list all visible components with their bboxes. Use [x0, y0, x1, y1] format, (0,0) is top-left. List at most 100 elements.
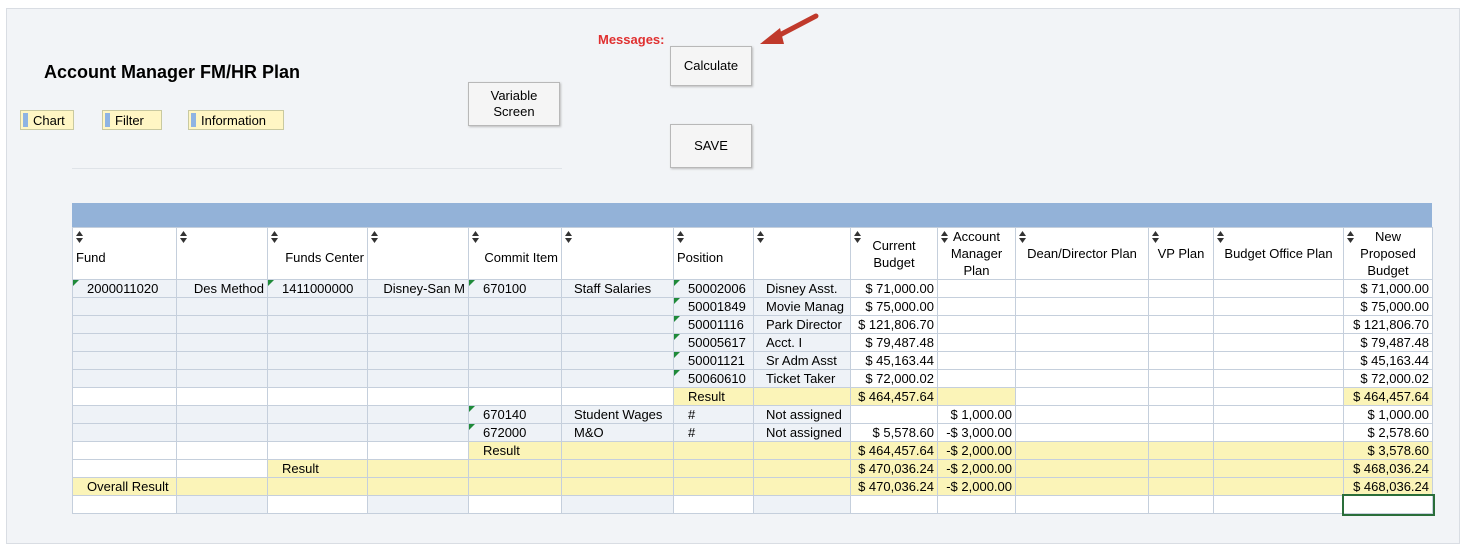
- cell-bo[interactable]: [1213, 351, 1344, 370]
- cell-dd[interactable]: [1015, 405, 1149, 424]
- cell-commit: [468, 495, 562, 514]
- cell-current: $ 470,036.24: [850, 477, 938, 496]
- column-header[interactable]: New Proposed Budget: [1343, 227, 1433, 280]
- cell-pos-desc: [753, 387, 851, 406]
- cell-am[interactable]: [937, 369, 1016, 388]
- cell-commit: [468, 297, 562, 316]
- sort-arrows-icon[interactable]: [854, 231, 861, 243]
- cell-vp: [1148, 495, 1214, 514]
- column-header[interactable]: Account Manager Plan: [937, 227, 1016, 280]
- column-header[interactable]: [561, 227, 674, 280]
- cell-fund: 2000011020: [72, 279, 177, 298]
- sort-arrows-icon[interactable]: [1347, 231, 1354, 243]
- sort-arrows-icon[interactable]: [76, 231, 83, 243]
- column-header[interactable]: [176, 227, 268, 280]
- information-button[interactable]: Information: [188, 110, 284, 130]
- chart-button[interactable]: Chart: [20, 110, 74, 130]
- cell-dd[interactable]: [1015, 351, 1149, 370]
- sort-arrows-icon[interactable]: [1217, 231, 1224, 243]
- column-header[interactable]: VP Plan: [1148, 227, 1214, 280]
- cell-vp[interactable]: [1148, 297, 1214, 316]
- sort-arrows-icon[interactable]: [371, 231, 378, 243]
- sort-arrows-icon[interactable]: [677, 231, 684, 243]
- cell-position: #: [673, 405, 754, 424]
- cell-bo[interactable]: [1213, 369, 1344, 388]
- cell-am[interactable]: [937, 297, 1016, 316]
- cell-dd[interactable]: [1015, 315, 1149, 334]
- cell-position: 50002006: [673, 279, 754, 298]
- cell-bo[interactable]: [1213, 315, 1344, 334]
- sort-arrows-icon[interactable]: [565, 231, 572, 243]
- sort-arrows-icon[interactable]: [180, 231, 187, 243]
- cell-pos-desc: Acct. I: [753, 333, 851, 352]
- cell-pos-desc: Not assigned: [753, 405, 851, 424]
- cell-commit-desc: [561, 333, 674, 352]
- calculate-button[interactable]: Calculate: [670, 46, 752, 86]
- cell-fc-desc: [367, 441, 469, 460]
- cell-fund: [72, 315, 177, 334]
- cell-bo[interactable]: [1213, 279, 1344, 298]
- filter-button[interactable]: Filter: [102, 110, 162, 130]
- cell-vp[interactable]: [1148, 423, 1214, 442]
- cell-dd[interactable]: [1015, 279, 1149, 298]
- cell-new: $ 71,000.00: [1343, 279, 1433, 298]
- column-header[interactable]: [367, 227, 469, 280]
- column-header[interactable]: Budget Office Plan: [1213, 227, 1344, 280]
- variable-screen-label: Variable Screen: [490, 88, 538, 119]
- sort-arrows-icon[interactable]: [1019, 231, 1026, 243]
- cell-commit-desc: [561, 477, 674, 496]
- cell-vp: [1148, 477, 1214, 496]
- cell-am[interactable]: [937, 333, 1016, 352]
- cell-am: -$ 2,000.00: [937, 477, 1016, 496]
- cell-vp[interactable]: [1148, 333, 1214, 352]
- cell-am[interactable]: [937, 315, 1016, 334]
- column-header[interactable]: Fund: [72, 227, 177, 280]
- column-header[interactable]: Position: [673, 227, 754, 280]
- cell-fund: [72, 495, 177, 514]
- sort-arrows-icon[interactable]: [1152, 231, 1159, 243]
- cell-am[interactable]: -$ 3,000.00: [937, 423, 1016, 442]
- cell-dd[interactable]: [1015, 297, 1149, 316]
- cell-position: 50060610: [673, 369, 754, 388]
- cell-funds-center: [267, 369, 368, 388]
- sort-arrows-icon[interactable]: [757, 231, 764, 243]
- column-header[interactable]: Current Budget: [850, 227, 938, 280]
- column-header[interactable]: Funds Center: [267, 227, 368, 280]
- cell-bo: [1213, 495, 1344, 514]
- cell-vp[interactable]: [1148, 279, 1214, 298]
- header-row: Fund Funds Center Commit Item Position Curre…: [72, 227, 1433, 280]
- cell-dd[interactable]: [1015, 423, 1149, 442]
- variable-screen-button[interactable]: Variable Screen: [468, 82, 560, 126]
- cell-pos-desc: Not assigned: [753, 423, 851, 442]
- cell-vp[interactable]: [1148, 315, 1214, 334]
- cell-bo[interactable]: [1213, 423, 1344, 442]
- table-header-bar: [72, 203, 1432, 227]
- cell-bo[interactable]: [1213, 333, 1344, 352]
- cell-fc-desc: [367, 333, 469, 352]
- cell-bo[interactable]: [1213, 297, 1344, 316]
- cell-am[interactable]: [937, 351, 1016, 370]
- cell-new: $ 72,000.02: [1343, 369, 1433, 388]
- cell-fc-desc: [367, 405, 469, 424]
- cell-fund-desc: [176, 477, 268, 496]
- cell-vp[interactable]: [1148, 369, 1214, 388]
- table-row: 672000 M&O # Not assigned $ 5,578.60 -$ 3,000…: [72, 423, 1433, 442]
- cell-fund: [72, 333, 177, 352]
- cell-dd[interactable]: [1015, 333, 1149, 352]
- column-header[interactable]: [753, 227, 851, 280]
- save-button[interactable]: SAVE: [670, 124, 752, 168]
- cell-am[interactable]: [937, 279, 1016, 298]
- sort-arrows-icon[interactable]: [941, 231, 948, 243]
- cell-vp[interactable]: [1148, 351, 1214, 370]
- cell-fund-desc: [176, 315, 268, 334]
- cell-fund-desc: [176, 441, 268, 460]
- cell-dd[interactable]: [1015, 369, 1149, 388]
- cell-am[interactable]: $ 1,000.00: [937, 405, 1016, 424]
- page-title: Account Manager FM/HR Plan: [44, 62, 301, 82]
- sort-arrows-icon[interactable]: [271, 231, 278, 243]
- sort-arrows-icon[interactable]: [472, 231, 479, 243]
- cell-vp[interactable]: [1148, 405, 1214, 424]
- column-header[interactable]: Commit Item: [468, 227, 562, 280]
- cell-bo[interactable]: [1213, 405, 1344, 424]
- column-header[interactable]: Dean/Director Plan: [1015, 227, 1149, 280]
